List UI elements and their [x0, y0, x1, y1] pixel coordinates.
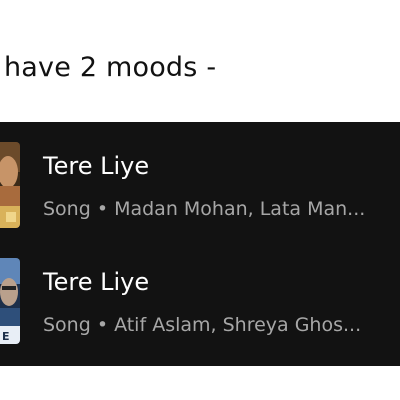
song-results-list: Tere Liye Song • Madan Mohan, Lata Man..… — [0, 122, 400, 366]
song-row-2[interactable]: E Tere Liye Song • Atif Aslam, Shreya Gh… — [0, 256, 400, 356]
meme-page: have 2 moods - Tere Liye Song • Madan Mo… — [0, 0, 400, 400]
song-row-1[interactable]: Tere Liye Song • Madan Mohan, Lata Man..… — [0, 140, 400, 240]
album-art-icon[interactable]: E — [0, 258, 20, 344]
svg-text:E: E — [2, 330, 10, 343]
meme-caption: have 2 moods - — [4, 52, 217, 83]
song-title: Tere Liye — [43, 152, 150, 180]
song-title: Tere Liye — [43, 268, 150, 296]
song-subtitle: Song • Madan Mohan, Lata Man... — [43, 198, 366, 220]
album-art-icon[interactable] — [0, 142, 20, 228]
song-subtitle: Song • Atif Aslam, Shreya Ghos... — [43, 314, 362, 336]
